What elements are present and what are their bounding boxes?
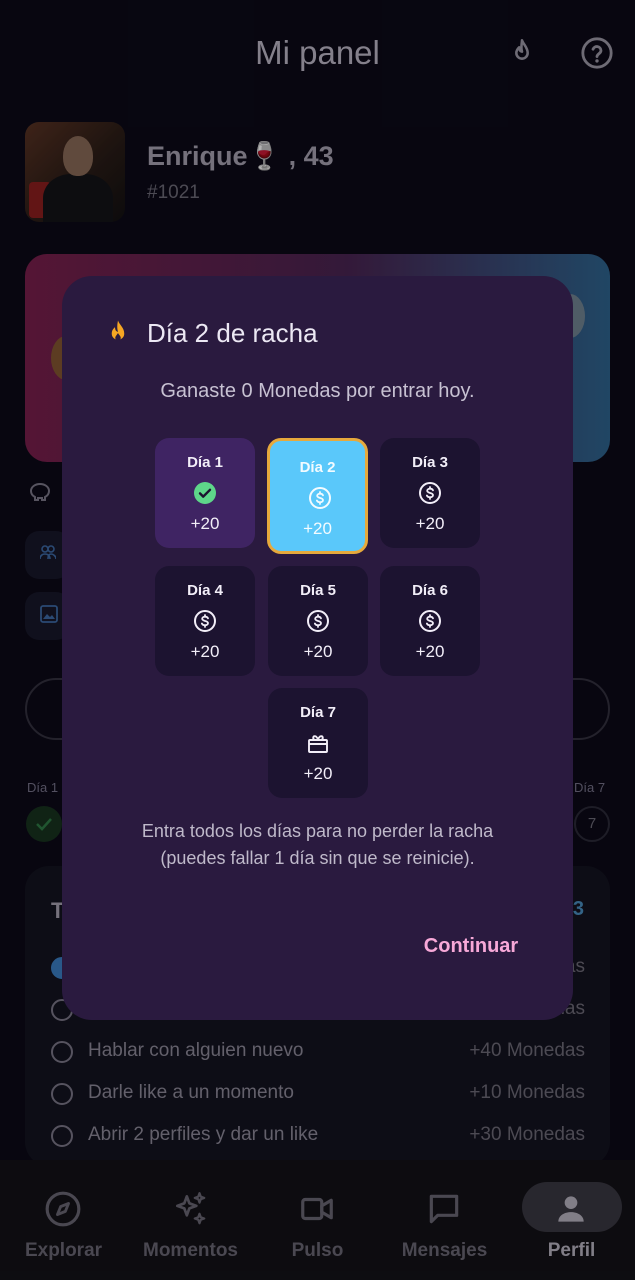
coin-icon [307,610,329,632]
coin-icon [309,487,331,509]
check-icon [194,482,216,504]
day-card-7: Día 7 +20 [268,688,368,798]
day-label: Día 1 [187,454,223,471]
dialog-title: Día 2 de racha [147,318,318,348]
day-label: Día 3 [412,454,448,471]
dialog-subtitle: Ganaste 0 Monedas por entrar hoy. [160,380,475,402]
fire-icon [103,318,133,348]
day-label: Día 2 [299,459,336,476]
day-reward: +20 [303,764,333,783]
day-card-1: Día 1 +20 [155,438,255,548]
day-reward: +20 [303,519,332,538]
day-reward: +20 [190,642,220,661]
continue-button[interactable]: Continuar [406,928,536,964]
gift-icon [308,735,328,753]
info-line-2: (puedes fallar 1 día sin que se reinicie… [160,848,475,868]
day-reward: +20 [190,514,220,533]
coin-icon [419,482,441,504]
info-line-1: Entra todos los días para no perder la r… [141,821,494,841]
day-label: Día 7 [300,704,336,721]
dialog-info: Entra todos los días para no perder la r… [62,818,573,872]
coin-icon [194,610,216,632]
day-label: Día 4 [187,582,223,599]
day-card-3: Día 3 +20 [380,438,480,548]
day-card-4: Día 4 +20 [155,566,255,676]
day-reward: +20 [415,642,445,661]
day-card-2-today: Día 2 +20 [267,438,368,554]
day-reward: +20 [415,514,445,533]
streak-dialog: Día 2 de racha Ganaste 0 Monedas por ent… [62,276,573,1020]
coin-icon [419,610,441,632]
day-label: Día 5 [300,582,336,599]
day-card-6: Día 6 +20 [380,566,480,676]
day-reward: +20 [303,642,333,661]
day-label: Día 6 [412,582,448,599]
day-card-5: Día 5 +20 [268,566,368,676]
